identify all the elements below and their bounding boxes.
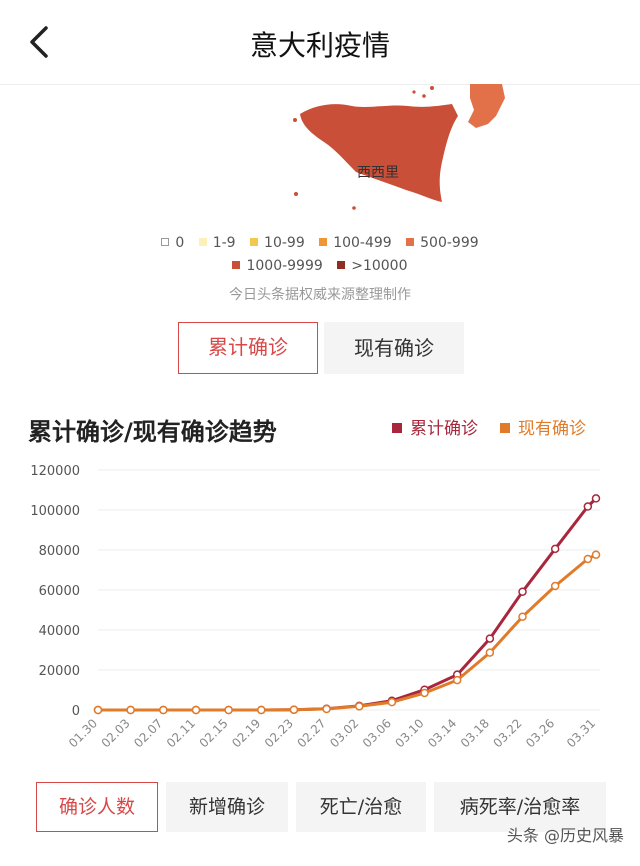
map-legend-row-2: 1000-9999 >10000 xyxy=(0,258,640,274)
map-region-sicily xyxy=(300,104,458,202)
x-tick-label: 02.23 xyxy=(262,716,296,750)
x-tick-label: 02.15 xyxy=(197,716,231,750)
legend-item: 1-9 xyxy=(198,235,236,251)
page-title: 意大利疫情 xyxy=(249,29,390,62)
data-point-current xyxy=(224,705,233,715)
y-tick-label: 100000 xyxy=(30,504,80,519)
data-point-current xyxy=(420,688,429,698)
x-tick-label: 03.10 xyxy=(392,716,426,750)
tab-cumulative-confirmed[interactable]: 累计确诊 xyxy=(178,322,318,374)
map-island-5 xyxy=(294,192,298,196)
map-region-calabria xyxy=(468,84,505,128)
x-tick-label: 03.14 xyxy=(425,716,459,750)
data-point-cumulative xyxy=(550,544,560,554)
chart-legend-current: 现有确诊 xyxy=(500,414,586,439)
x-tick-label: 02.11 xyxy=(164,716,198,750)
source-note: 今日头条据权威来源整理制作 xyxy=(229,287,411,303)
legend-swatch xyxy=(250,238,259,246)
data-point-cumulative xyxy=(591,494,601,503)
map-legend-row-1: 0 1-9 10-99 100-499 500-999 xyxy=(0,235,640,251)
x-tick-label: 02.03 xyxy=(99,716,133,750)
legend-swatch xyxy=(232,261,241,269)
x-tick-label: 03.22 xyxy=(490,716,524,750)
legend-marker xyxy=(500,423,510,433)
legend-swatch xyxy=(161,238,170,246)
data-point-current xyxy=(583,554,593,564)
series-line-current xyxy=(98,553,597,712)
legend-item: 10-99 xyxy=(250,235,305,251)
x-tick-label: 03.31 xyxy=(564,716,598,750)
chart-title: 累计确诊/现有确诊趋势 xyxy=(28,418,277,446)
legend-item: >10000 xyxy=(337,258,408,274)
x-tick-label: 03.06 xyxy=(360,716,394,750)
x-tick-label: 02.19 xyxy=(229,716,263,750)
trend-line-chart: 02000040000600008000010000012000001.3002… xyxy=(30,464,601,750)
y-tick-label: 20000 xyxy=(39,664,80,679)
x-tick-label: 03.26 xyxy=(523,716,557,750)
legend-swatch xyxy=(337,261,346,269)
map-island-1 xyxy=(430,86,434,90)
map-island-3 xyxy=(412,90,416,94)
data-point-current xyxy=(452,675,462,685)
app-header: 意大利疫情 xyxy=(0,0,640,85)
chart-legend-cumulative: 累计确诊 xyxy=(392,414,478,439)
data-point-cumulative xyxy=(583,502,593,511)
data-point-current xyxy=(159,705,168,715)
legend-swatch xyxy=(198,238,207,246)
x-tick-label: 02.27 xyxy=(295,716,329,750)
data-point-current xyxy=(485,648,495,657)
data-point-cumulative xyxy=(518,587,527,596)
tab-confirmed-count[interactable]: 确诊人数 xyxy=(36,782,158,832)
data-point-current xyxy=(591,550,601,559)
y-tick-label: 80000 xyxy=(39,544,80,559)
y-tick-label: 120000 xyxy=(30,464,80,479)
data-point-cumulative xyxy=(485,634,495,643)
map-region-label: 西西里 xyxy=(357,165,399,181)
map-island-6 xyxy=(352,206,356,210)
map-island-4 xyxy=(293,118,297,122)
y-tick-label: 0 xyxy=(72,704,80,719)
legend-item: 100-499 xyxy=(319,235,392,251)
tab-deaths-recovered[interactable]: 死亡/治愈 xyxy=(296,782,426,832)
legend-item: 1000-9999 xyxy=(232,258,323,274)
x-tick-label: 01.30 xyxy=(66,716,100,750)
x-tick-label: 03.02 xyxy=(327,716,361,750)
tab-current-confirmed[interactable]: 现有确诊 xyxy=(324,322,464,374)
legend-marker xyxy=(392,423,402,433)
legend-swatch xyxy=(406,238,415,246)
data-point-current xyxy=(257,705,266,715)
data-point-current xyxy=(354,702,364,711)
x-tick-label: 02.07 xyxy=(131,716,165,750)
tab-new-confirmed[interactable]: 新增确诊 xyxy=(166,782,288,832)
series-line-cumulative xyxy=(98,497,598,712)
data-point-current xyxy=(387,697,397,707)
map-island-2 xyxy=(422,94,426,98)
data-point-current xyxy=(550,581,560,591)
x-tick-label: 03.18 xyxy=(458,716,492,750)
legend-swatch xyxy=(319,238,328,246)
data-point-current xyxy=(191,705,201,715)
italy-map: 西西里 xyxy=(293,84,505,210)
data-point-current xyxy=(518,612,527,621)
y-tick-label: 60000 xyxy=(39,584,80,599)
data-point-current xyxy=(289,705,299,714)
watermark: 头条 @历史风暴 xyxy=(506,826,624,845)
y-tick-label: 40000 xyxy=(39,624,80,639)
legend-item: 500-999 xyxy=(406,235,479,251)
data-point-current xyxy=(126,705,135,715)
data-point-current xyxy=(93,705,103,715)
legend-item: 0 xyxy=(161,235,184,251)
data-point-current xyxy=(322,704,331,714)
